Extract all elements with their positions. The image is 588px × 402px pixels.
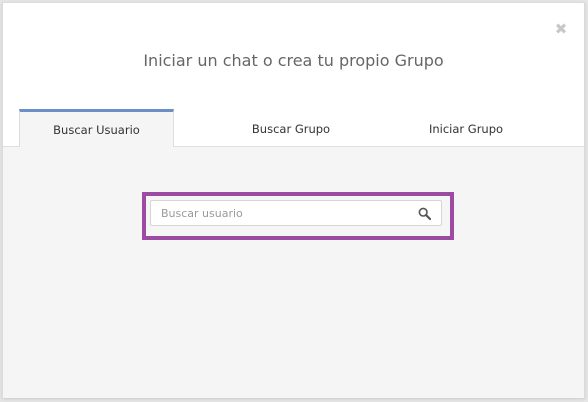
tab-iniciar-grupo[interactable]: Iniciar Grupo xyxy=(376,109,556,147)
dialog-title: Iniciar un chat o crea tu propio Grupo xyxy=(143,51,444,70)
close-icon[interactable]: ✖ xyxy=(554,22,568,37)
search-highlight-frame xyxy=(142,192,454,240)
start-chat-dialog: ✖ Iniciar un chat o crea tu propio Grupo… xyxy=(2,2,585,398)
search-box xyxy=(150,200,442,226)
tab-buscar-grupo[interactable]: Buscar Grupo xyxy=(196,109,386,147)
tab-buscar-usuario[interactable]: Buscar Usuario xyxy=(19,109,174,148)
tab-panel-buscar-usuario xyxy=(3,147,584,398)
search-user-input[interactable] xyxy=(151,201,416,225)
tab-bar: Buscar Usuario Buscar Grupo Iniciar Grup… xyxy=(3,109,584,148)
search-icon[interactable] xyxy=(418,207,431,220)
